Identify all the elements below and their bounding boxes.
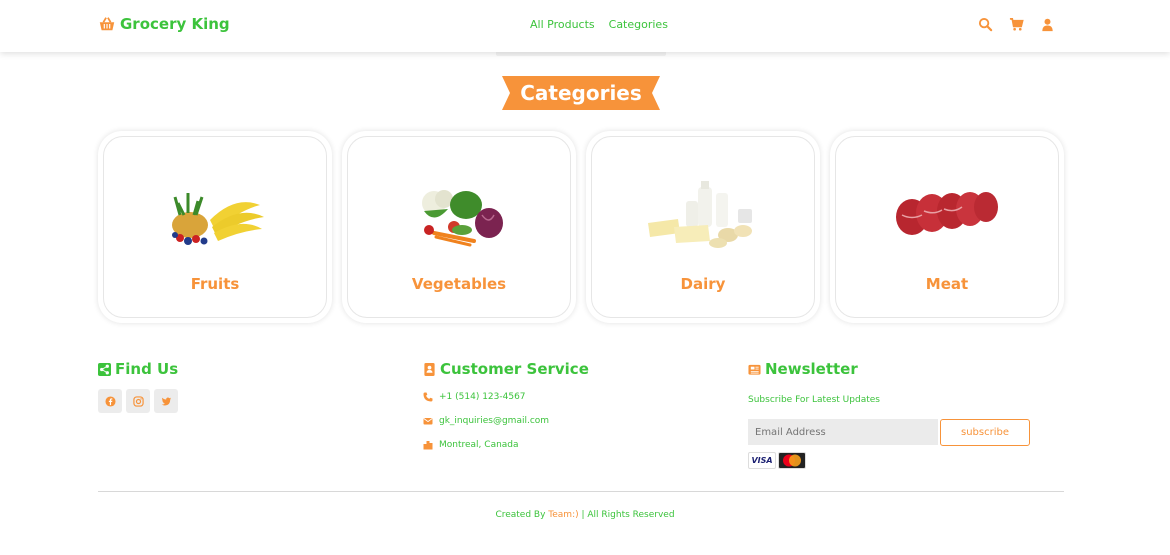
copyright-prefix: Created By (495, 510, 549, 520)
category-label: Vegetables (411, 275, 507, 293)
header-icons (978, 17, 1055, 32)
newsletter-title: Newsletter (765, 360, 858, 378)
category-card-vegetables[interactable]: Vegetables (342, 131, 576, 323)
email-item[interactable]: gk_inquiries@gmail.com (423, 416, 589, 426)
search-icon[interactable] (978, 17, 993, 32)
categories-banner: Categories (502, 73, 660, 113)
vegetables-image (422, 190, 503, 247)
mastercard-logo (778, 452, 806, 469)
city-icon (423, 441, 433, 450)
header: Grocery King All Products Categories (0, 0, 1170, 52)
find-us-heading: Find Us (98, 360, 178, 378)
facebook-icon[interactable] (98, 389, 122, 413)
footer-newsletter: Newsletter Subscribe For Latest Updates … (748, 360, 1030, 469)
customer-service-title: Customer Service (440, 360, 589, 378)
card-frame: Dairy (591, 136, 815, 318)
footer-customer-service: Customer Service +1 (514) 123-4567 gk_in… (423, 360, 589, 450)
social-links (98, 389, 178, 413)
category-card-meat[interactable]: Meat (830, 131, 1064, 323)
cart-icon[interactable] (1009, 17, 1024, 32)
category-grid: Fruits Vegetables Dairy Meat (98, 131, 1064, 323)
card-frame: Vegetables (347, 136, 571, 318)
brand-name: Grocery King (120, 15, 230, 33)
footer-find-us: Find Us (98, 360, 178, 413)
twitter-icon[interactable] (154, 389, 178, 413)
category-label: Fruits (190, 275, 240, 293)
email-address: gk_inquiries@gmail.com (439, 416, 550, 426)
phone-number: +1 (514) 123-4567 (439, 392, 526, 402)
user-icon[interactable] (1040, 17, 1055, 32)
email-input[interactable] (748, 419, 938, 445)
find-us-title: Find Us (115, 360, 179, 378)
location-text: Montreal, Canada (439, 440, 519, 450)
customer-service-heading: Customer Service (423, 360, 589, 378)
newsletter-form: subscribe (748, 419, 1030, 446)
subscribe-button[interactable]: subscribe (940, 419, 1030, 446)
location-item: Montreal, Canada (423, 440, 589, 450)
newspaper-icon (748, 364, 761, 375)
payment-cards: VISA (748, 452, 1030, 469)
instagram-icon[interactable] (126, 389, 150, 413)
nav-all-products[interactable]: All Products (530, 18, 595, 31)
footer-divider (98, 491, 1064, 492)
newsletter-subtitle: Subscribe For Latest Updates (748, 395, 880, 405)
share-icon (98, 362, 111, 376)
dairy-image (648, 181, 752, 248)
newsletter-heading: Newsletter (748, 360, 1030, 378)
card-frame: Fruits (103, 136, 327, 318)
copyright-suffix: | All Rights Reserved (578, 510, 675, 520)
section-title: Categories (520, 81, 642, 105)
team-link[interactable]: Team:) (548, 510, 578, 520)
copyright: Created By Team:) | All Rights Reserved (0, 510, 1170, 520)
category-card-fruits[interactable]: Fruits (98, 131, 332, 323)
card-frame: Meat (835, 136, 1059, 318)
phone-icon (423, 392, 433, 402)
category-card-dairy[interactable]: Dairy (586, 131, 820, 323)
visa-card-logo: VISA (748, 452, 776, 469)
main-nav: All Products Categories (530, 18, 668, 31)
contact-book-icon (424, 362, 435, 376)
category-label: Dairy (680, 275, 726, 293)
nav-categories[interactable]: Categories (609, 18, 668, 31)
brand-logo[interactable]: Grocery King (98, 15, 230, 33)
meat-image (896, 192, 998, 235)
fruits-image (172, 193, 264, 245)
category-label: Meat (925, 275, 969, 293)
basket-icon (99, 17, 115, 31)
envelope-icon (423, 418, 433, 425)
phone-item[interactable]: +1 (514) 123-4567 (423, 392, 589, 402)
